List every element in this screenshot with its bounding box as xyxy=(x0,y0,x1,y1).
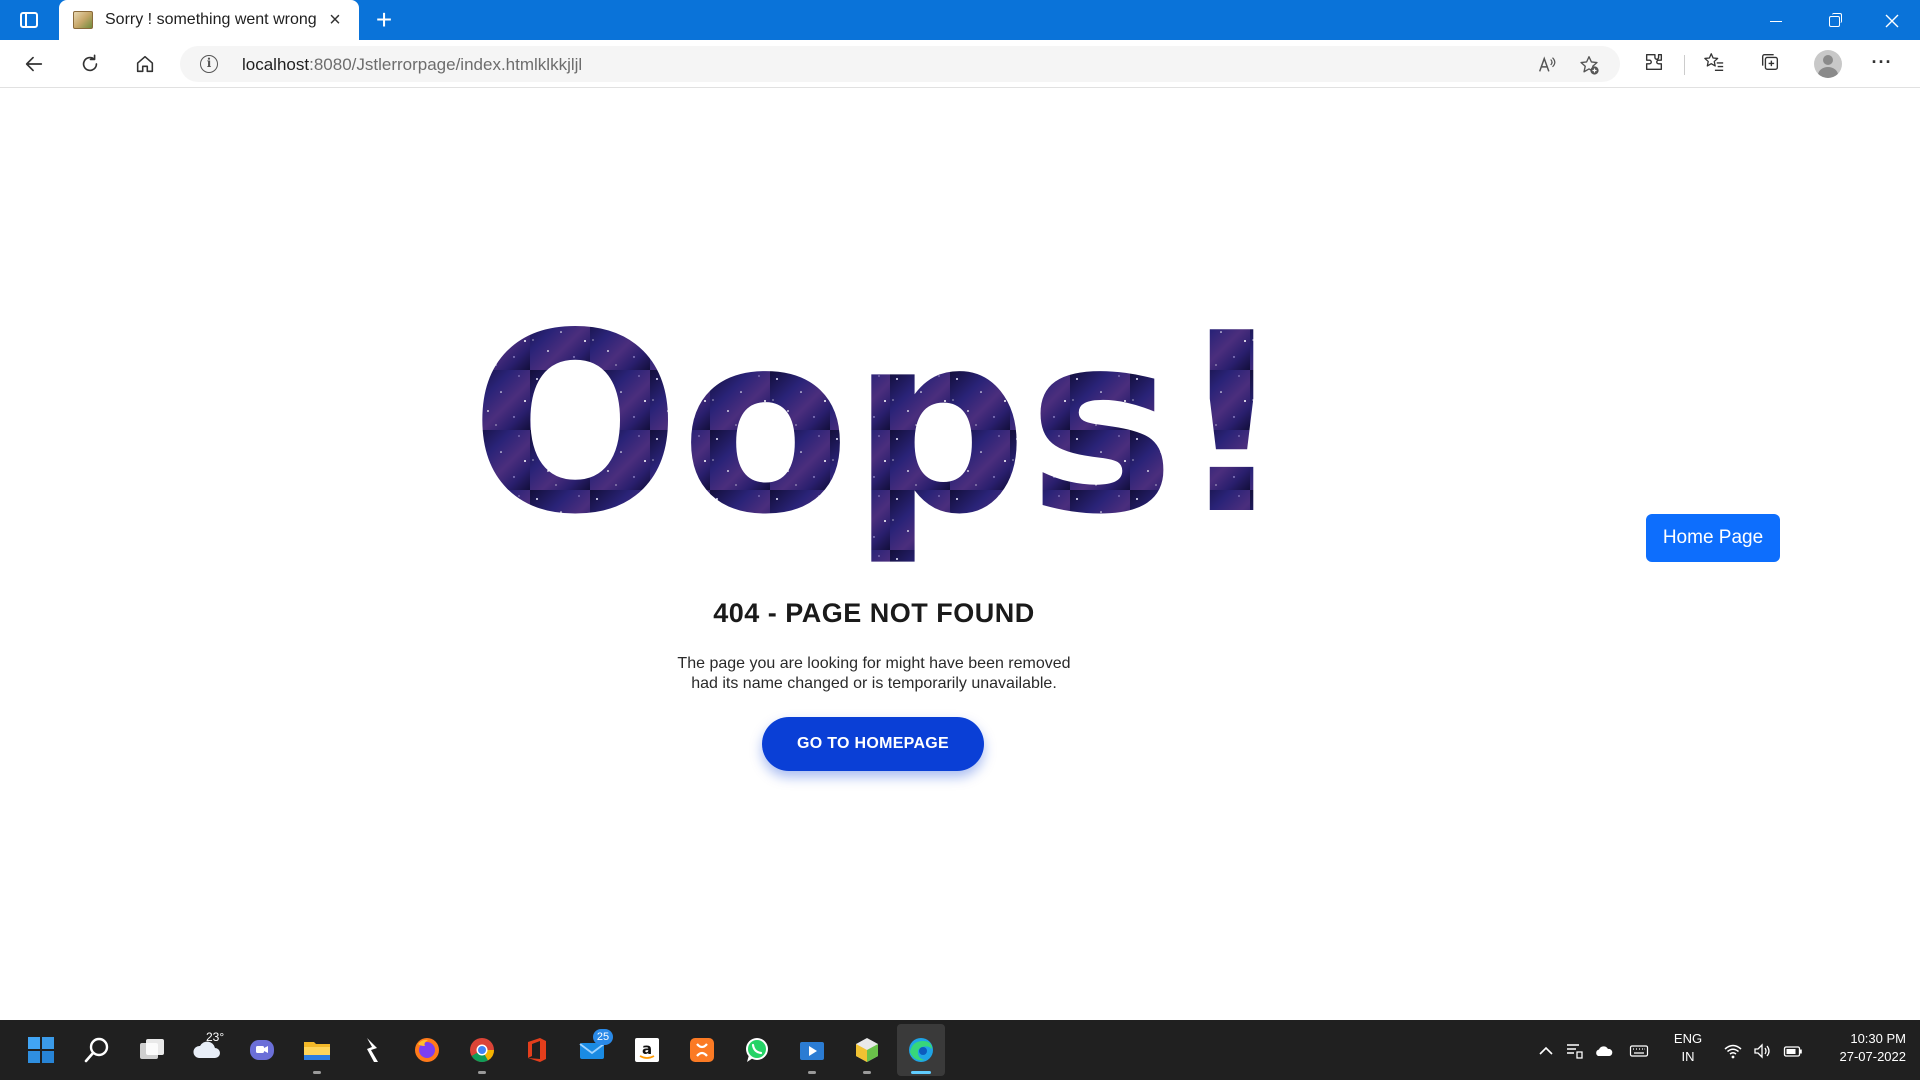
browser-window: Sorry ! something went wrong × + i local… xyxy=(0,0,1920,1080)
toolbar-separator xyxy=(1684,55,1685,75)
oops-headline: Oops! xyxy=(470,310,1288,569)
info-icon[interactable]: i xyxy=(200,55,218,73)
running-indicator xyxy=(808,1071,816,1074)
close-icon[interactable]: × xyxy=(323,8,347,32)
browser-tab[interactable]: Sorry ! something went wrong × xyxy=(59,0,359,40)
whatsapp-icon[interactable] xyxy=(739,1032,775,1068)
svg-text:a: a xyxy=(642,1040,652,1058)
address-bar[interactable]: i localhost:8080/Jstlerrorpage/index.htm… xyxy=(180,46,1620,82)
plus-icon[interactable]: + xyxy=(368,4,400,36)
minimize-icon[interactable] xyxy=(1748,0,1804,40)
teams-chat-icon[interactable] xyxy=(244,1032,280,1068)
add-favorite-icon[interactable] xyxy=(1578,54,1600,76)
back-arrow-icon[interactable] xyxy=(16,48,52,80)
description-line-2: had its name changed or is temporarily u… xyxy=(691,675,1057,692)
xampp-icon[interactable] xyxy=(684,1032,720,1068)
chevron-up-icon[interactable] xyxy=(1535,1040,1557,1062)
favicon-icon xyxy=(73,11,93,29)
extensions-icon[interactable] xyxy=(1642,50,1666,74)
active-indicator xyxy=(911,1071,931,1074)
chrome-icon[interactable] xyxy=(464,1032,500,1068)
firefox-icon[interactable] xyxy=(409,1032,445,1068)
clock[interactable]: 10:30 PM 27-07-2022 xyxy=(1814,1030,1907,1066)
clock-time: 10:30 PM xyxy=(1850,1031,1906,1046)
collections-icon[interactable] xyxy=(1758,50,1782,74)
media-player-icon[interactable] xyxy=(794,1032,830,1068)
cursor-app-icon[interactable] xyxy=(354,1032,390,1068)
edge-icon[interactable] xyxy=(903,1032,939,1068)
url-host: localhost xyxy=(242,55,310,74)
amazon-icon[interactable]: a xyxy=(629,1032,665,1068)
restore-icon[interactable] xyxy=(1806,0,1862,40)
url-path: :8080/Jstlerrorpage/index.htmlklkkjljl xyxy=(309,55,583,74)
url-text[interactable]: localhost:8080/Jstlerrorpage/index.htmlk… xyxy=(242,55,582,75)
wifi-icon[interactable] xyxy=(1722,1040,1744,1062)
battery-icon[interactable] xyxy=(1782,1040,1804,1062)
notification-icon[interactable] xyxy=(1564,1040,1586,1062)
task-view-icon[interactable] xyxy=(134,1032,170,1068)
clock-date: 27-07-2022 xyxy=(1839,1049,1907,1064)
running-indicator xyxy=(863,1071,871,1074)
go-to-homepage-button[interactable]: GO TO HOMEPAGE xyxy=(762,717,984,771)
profile-avatar-icon[interactable] xyxy=(1814,50,1842,78)
volume-icon[interactable] xyxy=(1751,1040,1773,1062)
weather-temp: 23° xyxy=(206,1030,225,1044)
error-title: 404 - PAGE NOT FOUND xyxy=(713,598,1035,628)
tab-actions-icon[interactable] xyxy=(14,8,44,32)
running-indicator xyxy=(313,1071,321,1074)
close-window-icon[interactable] xyxy=(1864,0,1920,40)
windows-start-icon[interactable] xyxy=(23,1032,59,1068)
language-indicator[interactable]: ENG IN xyxy=(1670,1030,1706,1066)
app-package-icon[interactable] xyxy=(849,1032,885,1068)
office-icon[interactable] xyxy=(519,1032,555,1068)
more-icon[interactable]: ··· xyxy=(1870,50,1894,74)
onedrive-icon[interactable] xyxy=(1593,1040,1615,1062)
favorites-icon[interactable] xyxy=(1702,50,1726,74)
keyboard-icon[interactable] xyxy=(1628,1040,1650,1062)
title-bar: Sorry ! something went wrong × + xyxy=(0,0,1920,40)
navigation-toolbar: i localhost:8080/Jstlerrorpage/index.htm… xyxy=(0,40,1920,88)
home-icon[interactable] xyxy=(127,48,163,80)
error-description: The page you are looking for might have … xyxy=(600,654,1148,694)
language-code: ENG xyxy=(1673,1031,1703,1046)
running-indicator xyxy=(478,1071,486,1074)
oops-text: Oops! xyxy=(470,310,1288,569)
file-explorer-icon[interactable] xyxy=(299,1032,335,1068)
region-code: IN xyxy=(1681,1049,1695,1064)
mail-badge: 25 xyxy=(593,1029,613,1045)
tab-title: Sorry ! something went wrong xyxy=(105,11,317,28)
home-page-button[interactable]: Home Page xyxy=(1646,514,1780,562)
description-line-1: The page you are looking for might have … xyxy=(677,655,1071,672)
read-aloud-icon[interactable] xyxy=(1536,54,1558,76)
refresh-icon[interactable] xyxy=(72,48,108,80)
search-icon[interactable] xyxy=(79,1032,115,1068)
